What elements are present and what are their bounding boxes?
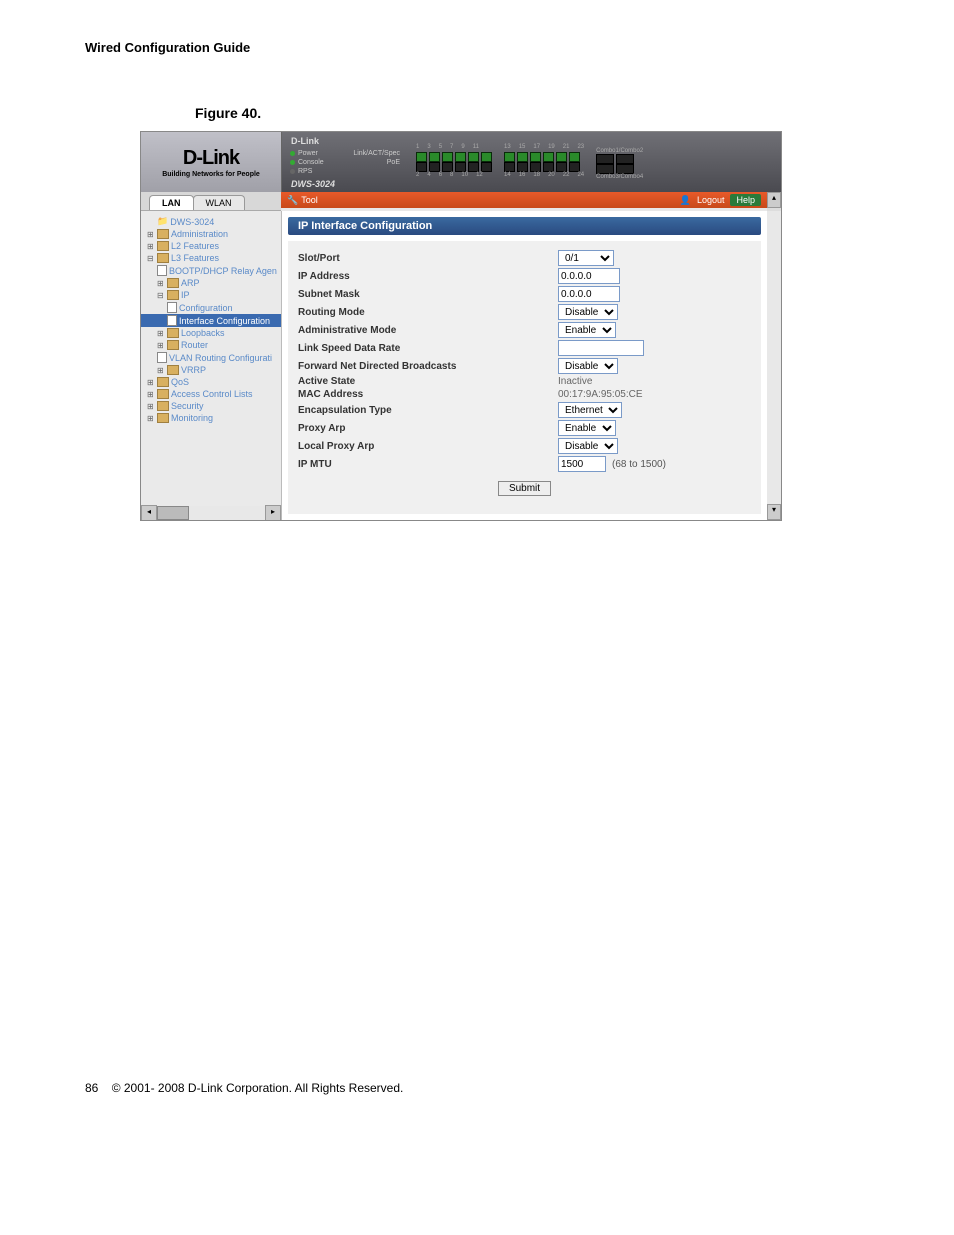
label-subnet: Subnet Mask <box>298 289 558 300</box>
copyright: © 2001- 2008 D-Link Corporation. All Rig… <box>112 1081 404 1095</box>
label-mtu: IP MTU <box>298 459 558 470</box>
scroll-right-icon[interactable]: ▸ <box>265 505 281 520</box>
select-admin[interactable]: Enable <box>558 322 616 338</box>
logo-area: D-Link Building Networks for People <box>141 132 282 192</box>
status-poe: PoE <box>387 159 400 166</box>
scroll-up-icon[interactable]: ▴ <box>767 192 781 208</box>
page-footer: 86 © 2001- 2008 D-Link Corporation. All … <box>85 1081 869 1095</box>
label-ip-address: IP Address <box>298 271 558 282</box>
tool-bar: 🔧 Tool 👤 Logout Help <box>281 192 767 208</box>
tree-vlan[interactable]: VLAN Routing Configurati <box>141 351 281 364</box>
tree-vrrp[interactable]: ⊞ VRRP <box>141 364 281 376</box>
tree-arp[interactable]: ⊞ ARP <box>141 277 281 289</box>
label-speed: Link Speed Data Rate <box>298 343 558 354</box>
form-area: Slot/Port 0/1 IP Address Subnet Mask Rou… <box>288 241 761 514</box>
value-mac: 00:17:9A:95:05:CE <box>558 389 643 400</box>
input-speed[interactable] <box>558 340 644 356</box>
tree-bootp[interactable]: BOOTP/DHCP Relay Agen <box>141 264 281 277</box>
input-mtu[interactable] <box>558 456 606 472</box>
tree-loopbacks[interactable]: ⊞ Loopbacks <box>141 327 281 339</box>
label-lproxy: Local Proxy Arp <box>298 441 558 452</box>
status-power: Power <box>298 150 318 157</box>
brand-logo: D-Link <box>183 147 239 170</box>
tool-menu[interactable]: Tool <box>301 195 318 205</box>
screenshot-frame: D-Link Building Networks for People D-Li… <box>140 131 782 521</box>
tree-l2[interactable]: ⊞ L2 Features <box>141 240 281 252</box>
tree-router[interactable]: ⊞ Router <box>141 339 281 351</box>
help-button[interactable]: Help <box>730 194 761 206</box>
logout-icon: 👤 <box>680 195 691 206</box>
tree-root[interactable]: 📁 DWS-3024 <box>141 215 281 228</box>
hint-mtu: (68 to 1500) <box>612 459 666 470</box>
right-scrollbar-body[interactable]: ▾ <box>767 211 781 520</box>
label-admin: Administrative Mode <box>298 325 558 336</box>
tree-security[interactable]: ⊞ Security <box>141 400 281 412</box>
label-routing: Routing Mode <box>298 307 558 318</box>
doc-header: Wired Configuration Guide <box>85 40 869 55</box>
tree-qos[interactable]: ⊞ QoS <box>141 376 281 388</box>
select-fwd[interactable]: Disable <box>558 358 618 374</box>
page-number: 86 <box>85 1081 98 1095</box>
right-scrollbar[interactable]: ▴ <box>767 192 781 211</box>
device-model: DWS-3024 <box>291 179 335 189</box>
scroll-down-icon[interactable]: ▾ <box>767 504 781 520</box>
wrench-icon: 🔧 <box>287 195 298 206</box>
figure-label: Figure 40. <box>195 105 869 121</box>
submit-button[interactable]: Submit <box>498 481 551 496</box>
mini-brand: D-Link <box>291 136 319 146</box>
tab-lan[interactable]: LAN <box>149 195 194 210</box>
tree-l3[interactable]: ⊟ L3 Features <box>141 252 281 264</box>
brand-tagline: Building Networks for People <box>162 171 260 178</box>
sidebar-scrollbar[interactable]: ◂ ▸ <box>141 506 281 520</box>
label-encap: Encapsulation Type <box>298 405 558 416</box>
input-subnet[interactable] <box>558 286 620 302</box>
tree-ip[interactable]: ⊟ IP <box>141 289 281 301</box>
tree-monitoring[interactable]: ⊞ Monitoring <box>141 412 281 424</box>
status-console: Console <box>298 159 324 166</box>
logout-button[interactable]: Logout <box>697 195 725 205</box>
combo-label-2: Combo3/Combo4 <box>596 174 643 180</box>
label-active: Active State <box>298 376 558 387</box>
input-ip-address[interactable] <box>558 268 620 284</box>
nav-tree: 📁 DWS-3024 ⊞ Administration ⊞ L2 Feature… <box>141 211 282 520</box>
select-encap[interactable]: Ethernet <box>558 402 622 418</box>
tab-wlan[interactable]: WLAN <box>193 195 245 210</box>
panel-title: IP Interface Configuration <box>288 217 761 235</box>
main-panel: IP Interface Configuration Slot/Port 0/1… <box>282 211 767 520</box>
tree-iface-config[interactable]: Interface Configuration <box>141 314 281 327</box>
status-link: Link/ACT/Spec <box>353 150 400 157</box>
device-banner: D-Link Building Networks for People D-Li… <box>141 132 781 192</box>
tree-acl[interactable]: ⊞ Access Control Lists <box>141 388 281 400</box>
label-slot-port: Slot/Port <box>298 253 558 264</box>
value-active: Inactive <box>558 376 592 387</box>
label-mac: MAC Address <box>298 389 558 400</box>
select-proxy[interactable]: Enable <box>558 420 616 436</box>
tab-row: LAN WLAN <box>141 192 281 211</box>
status-rps: RPS <box>298 168 312 175</box>
label-fwd: Forward Net Directed Broadcasts <box>298 361 558 372</box>
select-lproxy[interactable]: Disable <box>558 438 618 454</box>
select-routing[interactable]: Disable <box>558 304 618 320</box>
tree-config[interactable]: Configuration <box>141 301 281 314</box>
switch-graphic: 1357911 24681012 131517192123 1416182022… <box>408 132 781 192</box>
label-proxy: Proxy Arp <box>298 423 558 434</box>
scroll-left-icon[interactable]: ◂ <box>141 505 157 520</box>
select-slot-port[interactable]: 0/1 <box>558 250 614 266</box>
tree-admin[interactable]: ⊞ Administration <box>141 228 281 240</box>
